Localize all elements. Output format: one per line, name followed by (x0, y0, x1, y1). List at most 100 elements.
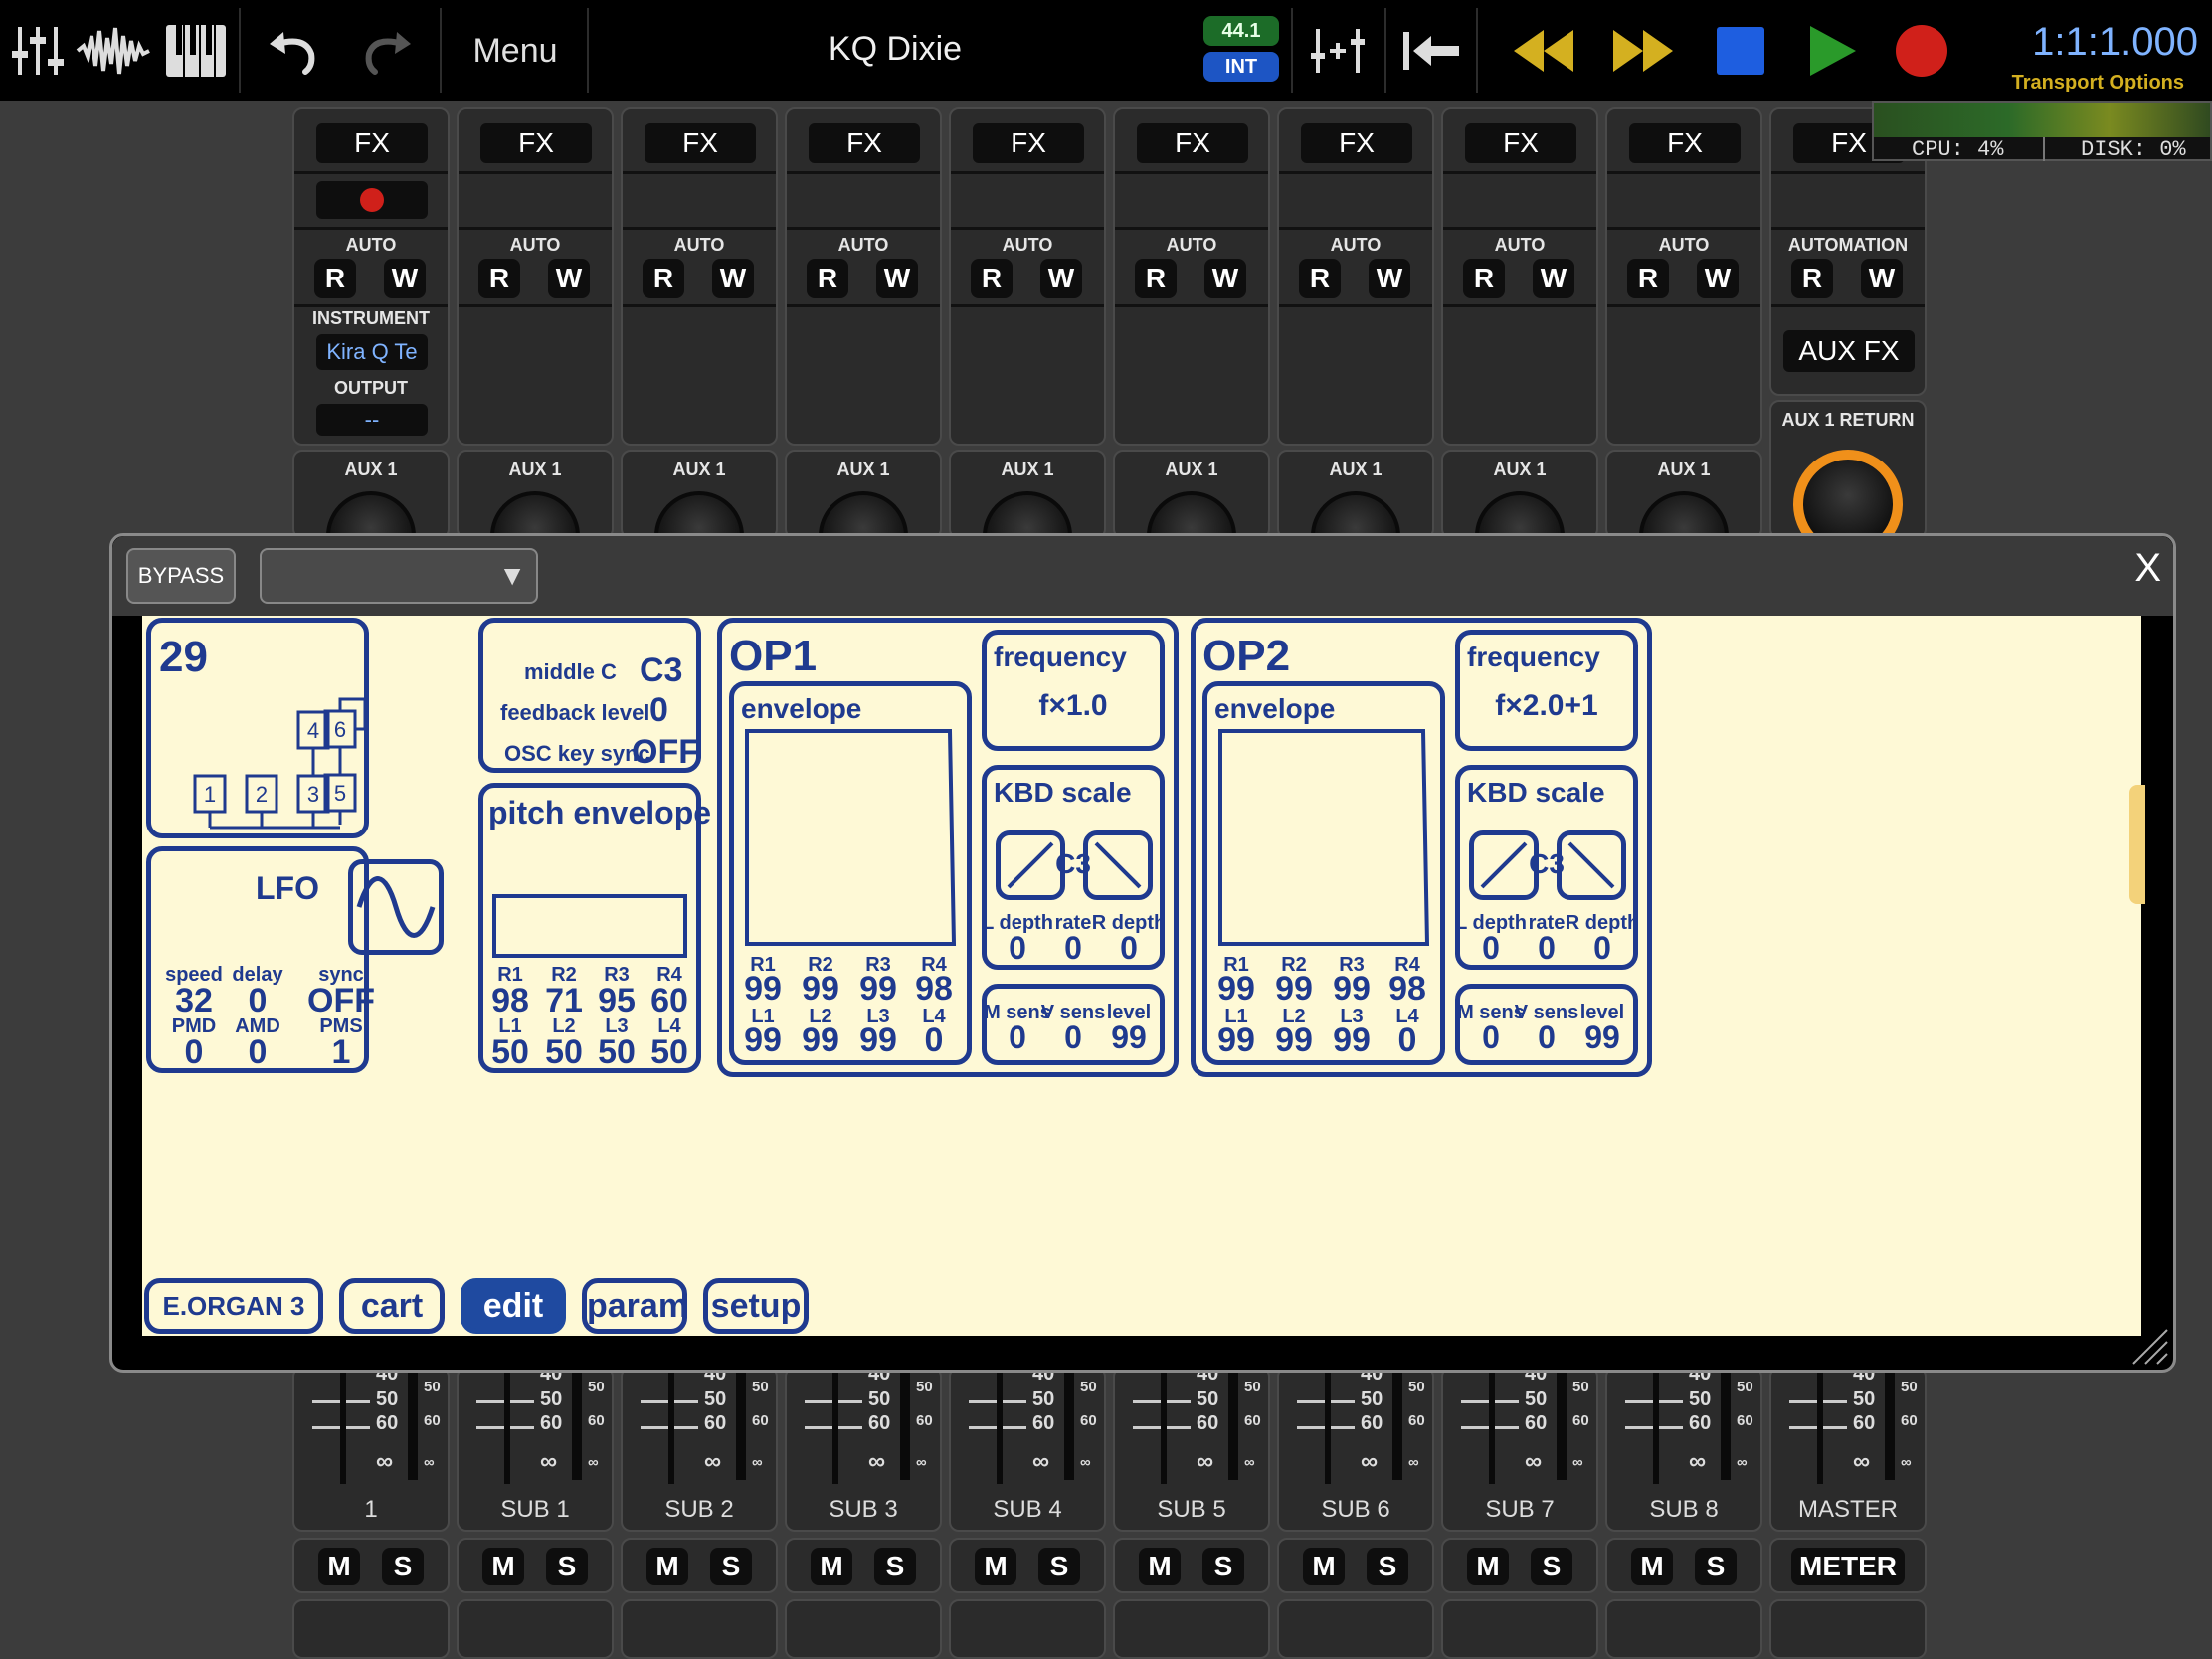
automation-read-button[interactable]: R (807, 259, 848, 298)
frequency-value[interactable]: f×1.0 (982, 689, 1165, 723)
tab-edit[interactable]: edit (461, 1278, 566, 1334)
aux-send-knob[interactable] (1639, 491, 1729, 537)
automation-write-button[interactable]: W (548, 259, 590, 298)
pitch-envelope-graph[interactable] (492, 894, 687, 958)
scroll-hint[interactable] (2129, 785, 2145, 904)
sens-param-value[interactable]: 99 (1563, 1019, 1642, 1056)
transport-options-link[interactable]: Transport Options (1920, 72, 2184, 94)
solo-button[interactable]: S (1695, 1548, 1737, 1585)
mute-button[interactable]: M (975, 1548, 1016, 1585)
bypass-button[interactable]: BYPASS (126, 548, 236, 604)
fader-track[interactable] (997, 1369, 1003, 1484)
aux-send-knob[interactable] (983, 491, 1072, 537)
fx-button[interactable]: FX (480, 123, 592, 163)
rewind-icon[interactable] (1512, 18, 1575, 84)
automation-read-button[interactable]: R (643, 259, 684, 298)
fx-button[interactable]: FX (645, 123, 756, 163)
stop-icon[interactable] (1711, 18, 1770, 84)
meter-button[interactable]: METER (1791, 1548, 1905, 1585)
solo-button[interactable]: S (710, 1548, 752, 1585)
automation-write-button[interactable]: W (1533, 259, 1574, 298)
automation-write-button[interactable]: W (1204, 259, 1246, 298)
output-selector[interactable]: -- (316, 404, 428, 436)
pitch-env-value[interactable]: 50 (630, 1033, 709, 1072)
clock-source-badge[interactable]: INT (1203, 52, 1279, 82)
play-icon[interactable] (1802, 18, 1862, 84)
solo-button[interactable]: S (382, 1548, 424, 1585)
solo-button[interactable]: S (1202, 1548, 1244, 1585)
aux-send-knob[interactable] (1475, 491, 1565, 537)
right-curve-button[interactable] (1083, 830, 1153, 900)
aux-return-knob[interactable] (1793, 450, 1903, 537)
aux-send-knob[interactable] (1311, 491, 1400, 537)
resize-grip-icon[interactable] (2129, 1326, 2169, 1366)
waveform-icon[interactable] (76, 18, 151, 84)
fx-button[interactable]: FX (1137, 123, 1248, 163)
kbd-param-value[interactable]: 0 (1089, 930, 1169, 967)
fx-button[interactable]: FX (316, 123, 428, 163)
fx-button[interactable]: FX (1465, 123, 1576, 163)
automation-write-button[interactable]: W (384, 259, 426, 298)
automation-read-button[interactable]: R (314, 259, 356, 298)
mute-button[interactable]: M (482, 1548, 524, 1585)
feedback-level-value[interactable]: 0 (649, 691, 668, 730)
sens-param-value[interactable]: 99 (1089, 1019, 1169, 1056)
automation-write-button[interactable]: W (876, 259, 918, 298)
tab-setup[interactable]: setup (703, 1278, 809, 1334)
solo-button[interactable]: S (546, 1548, 588, 1585)
fader-track[interactable] (668, 1369, 674, 1484)
mute-button[interactable]: M (811, 1548, 852, 1585)
mute-button[interactable]: M (1467, 1548, 1509, 1585)
fast-forward-icon[interactable] (1611, 18, 1675, 84)
automation-read-button[interactable]: R (1627, 259, 1669, 298)
automation-write-button[interactable]: W (1697, 259, 1739, 298)
fader-track[interactable] (1489, 1369, 1495, 1484)
patch-name-tab[interactable]: E.ORGAN 3 (144, 1278, 323, 1334)
lfo-waveform-button[interactable] (348, 859, 444, 955)
aux-send-knob[interactable] (490, 491, 580, 537)
solo-button[interactable]: S (1531, 1548, 1572, 1585)
return-to-start-icon[interactable] (1396, 18, 1466, 84)
fx-button[interactable]: FX (1301, 123, 1412, 163)
lfo-param-value[interactable]: 0 (218, 1033, 297, 1072)
preset-dropdown[interactable]: ▼ (260, 548, 538, 604)
fader-track[interactable] (504, 1369, 510, 1484)
envelope-graph[interactable] (1216, 727, 1431, 948)
aux-send-knob[interactable] (654, 491, 744, 537)
mute-button[interactable]: M (1139, 1548, 1181, 1585)
envelope-param-value[interactable]: 98 (1368, 970, 1447, 1009)
automation-read-button[interactable]: R (1299, 259, 1341, 298)
position-display[interactable]: 1:1:1.000 (1949, 20, 2198, 65)
fader-track[interactable] (1653, 1369, 1659, 1484)
automation-write-button[interactable]: W (712, 259, 754, 298)
piano-icon[interactable] (163, 18, 229, 84)
lfo-param-value[interactable]: 1 (301, 1033, 381, 1072)
fader-track[interactable] (1817, 1369, 1823, 1484)
right-curve-button[interactable] (1557, 830, 1626, 900)
frequency-value[interactable]: f×2.0+1 (1455, 689, 1638, 723)
solo-button[interactable]: S (1038, 1548, 1080, 1585)
automation-write-button[interactable]: W (1369, 259, 1410, 298)
solo-button[interactable]: S (874, 1548, 916, 1585)
redo-icon[interactable] (354, 18, 420, 84)
close-button[interactable]: X (2134, 546, 2161, 591)
fader-track[interactable] (832, 1369, 838, 1484)
automation-read-button[interactable]: R (1791, 259, 1833, 298)
automation-read-button[interactable]: R (478, 259, 520, 298)
fader-track[interactable] (1161, 1369, 1167, 1484)
aux-send-knob[interactable] (1147, 491, 1236, 537)
automation-write-button[interactable]: W (1861, 259, 1903, 298)
tab-param[interactable]: param (582, 1278, 688, 1334)
mixer-icon[interactable] (6, 18, 70, 84)
instrument-selector[interactable]: Kira Q Te (316, 334, 428, 370)
mute-button[interactable]: M (318, 1548, 360, 1585)
fx-button[interactable]: FX (1629, 123, 1741, 163)
envelope-param-value[interactable]: 98 (894, 970, 974, 1009)
fader-track[interactable] (340, 1369, 346, 1484)
osc-key-sync-value[interactable]: OFF (632, 733, 699, 772)
aux-send-knob[interactable] (819, 491, 908, 537)
automation-read-button[interactable]: R (1135, 259, 1177, 298)
mute-button[interactable]: M (1631, 1548, 1673, 1585)
record-arm-button[interactable] (316, 181, 428, 219)
envelope-graph[interactable] (743, 727, 958, 948)
